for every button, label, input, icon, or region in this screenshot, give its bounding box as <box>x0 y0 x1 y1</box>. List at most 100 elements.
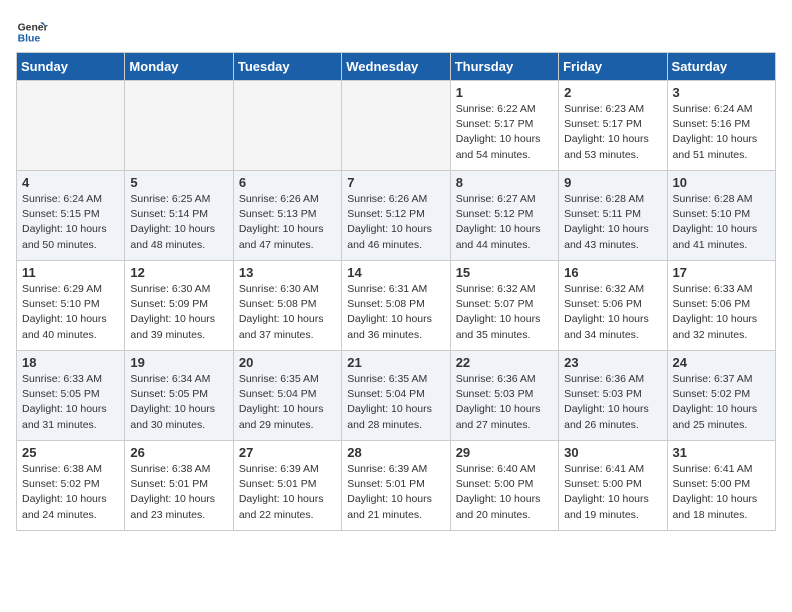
day-number: 4 <box>22 175 119 190</box>
cal-cell: 6Sunrise: 6:26 AM Sunset: 5:13 PM Daylig… <box>233 171 341 261</box>
cal-cell: 28 Sunrise: 6:39 AM Sunset: 5:01 PM Dayli… <box>342 441 450 531</box>
day-number: 24 <box>673 355 770 370</box>
cell-info: Sunrise: 6:38 AM Sunset: 5:01 PM Dayligh… <box>130 462 227 523</box>
day-number: 31 <box>673 445 770 460</box>
cell-info: Sunrise: 6:26 AM Sunset: 5:12 PM Dayligh… <box>347 192 444 253</box>
cal-cell: 16Sunrise: 6:32 AM Sunset: 5:06 PM Dayli… <box>559 261 667 351</box>
cal-cell: 31 Sunrise: 6:41 AM Sunset: 5:00 PM Dayli… <box>667 441 775 531</box>
week-row-2: 4Sunrise: 6:24 AM Sunset: 5:15 PM Daylig… <box>17 171 776 261</box>
day-number: 15 <box>456 265 553 280</box>
day-number: 20 <box>239 355 336 370</box>
day-number: 13 <box>239 265 336 280</box>
cell-info: Sunrise: 6:24 AM Sunset: 5:16 PM Dayligh… <box>673 102 770 163</box>
day-number: 23 <box>564 355 661 370</box>
cal-cell: 25 Sunrise: 6:38 AM Sunset: 5:02 PM Dayli… <box>17 441 125 531</box>
calendar-table: SundayMondayTuesdayWednesdayThursdayFrid… <box>16 52 776 531</box>
cal-cell <box>342 81 450 171</box>
cell-info: Sunrise: 6:35 AM Sunset: 5:04 PM Dayligh… <box>239 372 336 433</box>
cell-info: Sunrise: 6:41 AM Sunset: 5:00 PM Dayligh… <box>673 462 770 523</box>
cal-cell: 10 Sunrise: 6:28 AM Sunset: 5:10 PM Dayli… <box>667 171 775 261</box>
cal-cell: 22Sunrise: 6:36 AM Sunset: 5:03 PM Dayli… <box>450 351 558 441</box>
day-number: 18 <box>22 355 119 370</box>
svg-text:Blue: Blue <box>18 34 41 45</box>
cell-info: Sunrise: 6:36 AM Sunset: 5:03 PM Dayligh… <box>564 372 661 433</box>
cal-cell <box>233 81 341 171</box>
cell-info: Sunrise: 6:28 AM Sunset: 5:11 PM Dayligh… <box>564 192 661 253</box>
day-number: 26 <box>130 445 227 460</box>
day-number: 3 <box>673 85 770 100</box>
cal-cell <box>17 81 125 171</box>
day-number: 29 <box>456 445 553 460</box>
cal-cell: 8 Sunrise: 6:27 AM Sunset: 5:12 PM Daylig… <box>450 171 558 261</box>
day-header-thursday: Thursday <box>450 53 558 81</box>
cell-info: Sunrise: 6:28 AM Sunset: 5:10 PM Dayligh… <box>673 192 770 253</box>
cal-cell: 17Sunrise: 6:33 AM Sunset: 5:06 PM Dayli… <box>667 261 775 351</box>
cell-info: Sunrise: 6:37 AM Sunset: 5:02 PM Dayligh… <box>673 372 770 433</box>
cal-cell: 5 Sunrise: 6:25 AM Sunset: 5:14 PM Daylig… <box>125 171 233 261</box>
day-number: 1 <box>456 85 553 100</box>
cal-cell: 1 Sunrise: 6:22 AM Sunset: 5:17 PM Daylig… <box>450 81 558 171</box>
day-number: 19 <box>130 355 227 370</box>
cal-cell: 26 Sunrise: 6:38 AM Sunset: 5:01 PM Dayli… <box>125 441 233 531</box>
cell-info: Sunrise: 6:35 AM Sunset: 5:04 PM Dayligh… <box>347 372 444 433</box>
day-number: 11 <box>22 265 119 280</box>
day-number: 5 <box>130 175 227 190</box>
day-number: 8 <box>456 175 553 190</box>
day-number: 25 <box>22 445 119 460</box>
cal-cell <box>125 81 233 171</box>
cell-info: Sunrise: 6:41 AM Sunset: 5:00 PM Dayligh… <box>564 462 661 523</box>
cell-info: Sunrise: 6:39 AM Sunset: 5:01 PM Dayligh… <box>347 462 444 523</box>
cal-cell: 29 Sunrise: 6:40 AM Sunset: 5:00 PM Dayli… <box>450 441 558 531</box>
day-number: 14 <box>347 265 444 280</box>
day-header-friday: Friday <box>559 53 667 81</box>
day-number: 9 <box>564 175 661 190</box>
cell-info: Sunrise: 6:30 AM Sunset: 5:09 PM Dayligh… <box>130 282 227 343</box>
day-number: 22 <box>456 355 553 370</box>
page-header: General Blue <box>16 16 776 48</box>
cell-info: Sunrise: 6:34 AM Sunset: 5:05 PM Dayligh… <box>130 372 227 433</box>
cell-info: Sunrise: 6:33 AM Sunset: 5:05 PM Dayligh… <box>22 372 119 433</box>
cell-info: Sunrise: 6:40 AM Sunset: 5:00 PM Dayligh… <box>456 462 553 523</box>
day-header-tuesday: Tuesday <box>233 53 341 81</box>
day-number: 7 <box>347 175 444 190</box>
cell-info: Sunrise: 6:32 AM Sunset: 5:06 PM Dayligh… <box>564 282 661 343</box>
cal-cell: 12 Sunrise: 6:30 AM Sunset: 5:09 PM Dayli… <box>125 261 233 351</box>
cal-cell: 18 Sunrise: 6:33 AM Sunset: 5:05 PM Dayli… <box>17 351 125 441</box>
cell-info: Sunrise: 6:25 AM Sunset: 5:14 PM Dayligh… <box>130 192 227 253</box>
day-header-row: SundayMondayTuesdayWednesdayThursdayFrid… <box>17 53 776 81</box>
cal-cell: 3 Sunrise: 6:24 AM Sunset: 5:16 PM Daylig… <box>667 81 775 171</box>
week-row-5: 25 Sunrise: 6:38 AM Sunset: 5:02 PM Dayli… <box>17 441 776 531</box>
logo-icon: General Blue <box>16 16 48 48</box>
cal-cell: 20 Sunrise: 6:35 AM Sunset: 5:04 PM Dayli… <box>233 351 341 441</box>
cal-cell: 4Sunrise: 6:24 AM Sunset: 5:15 PM Daylig… <box>17 171 125 261</box>
day-number: 12 <box>130 265 227 280</box>
cell-info: Sunrise: 6:23 AM Sunset: 5:17 PM Dayligh… <box>564 102 661 163</box>
day-number: 10 <box>673 175 770 190</box>
day-number: 2 <box>564 85 661 100</box>
cal-cell: 2 Sunrise: 6:23 AM Sunset: 5:17 PM Daylig… <box>559 81 667 171</box>
cell-info: Sunrise: 6:30 AM Sunset: 5:08 PM Dayligh… <box>239 282 336 343</box>
cal-cell: 15Sunrise: 6:32 AM Sunset: 5:07 PM Dayli… <box>450 261 558 351</box>
calendar-body: 1 Sunrise: 6:22 AM Sunset: 5:17 PM Daylig… <box>17 81 776 531</box>
cell-info: Sunrise: 6:31 AM Sunset: 5:08 PM Dayligh… <box>347 282 444 343</box>
logo: General Blue <box>16 16 48 48</box>
day-header-saturday: Saturday <box>667 53 775 81</box>
cal-cell: 19 Sunrise: 6:34 AM Sunset: 5:05 PM Dayli… <box>125 351 233 441</box>
day-number: 6 <box>239 175 336 190</box>
day-header-monday: Monday <box>125 53 233 81</box>
cal-cell: 11Sunrise: 6:29 AM Sunset: 5:10 PM Dayli… <box>17 261 125 351</box>
cell-info: Sunrise: 6:38 AM Sunset: 5:02 PM Dayligh… <box>22 462 119 523</box>
cal-cell: 14 Sunrise: 6:31 AM Sunset: 5:08 PM Dayli… <box>342 261 450 351</box>
cal-cell: 30 Sunrise: 6:41 AM Sunset: 5:00 PM Dayli… <box>559 441 667 531</box>
day-number: 17 <box>673 265 770 280</box>
week-row-3: 11Sunrise: 6:29 AM Sunset: 5:10 PM Dayli… <box>17 261 776 351</box>
day-number: 30 <box>564 445 661 460</box>
cell-info: Sunrise: 6:39 AM Sunset: 5:01 PM Dayligh… <box>239 462 336 523</box>
day-header-sunday: Sunday <box>17 53 125 81</box>
cal-cell: 23 Sunrise: 6:36 AM Sunset: 5:03 PM Dayli… <box>559 351 667 441</box>
cal-cell: 24 Sunrise: 6:37 AM Sunset: 5:02 PM Dayli… <box>667 351 775 441</box>
day-number: 28 <box>347 445 444 460</box>
cell-info: Sunrise: 6:22 AM Sunset: 5:17 PM Dayligh… <box>456 102 553 163</box>
cal-cell: 27Sunrise: 6:39 AM Sunset: 5:01 PM Dayli… <box>233 441 341 531</box>
cell-info: Sunrise: 6:27 AM Sunset: 5:12 PM Dayligh… <box>456 192 553 253</box>
